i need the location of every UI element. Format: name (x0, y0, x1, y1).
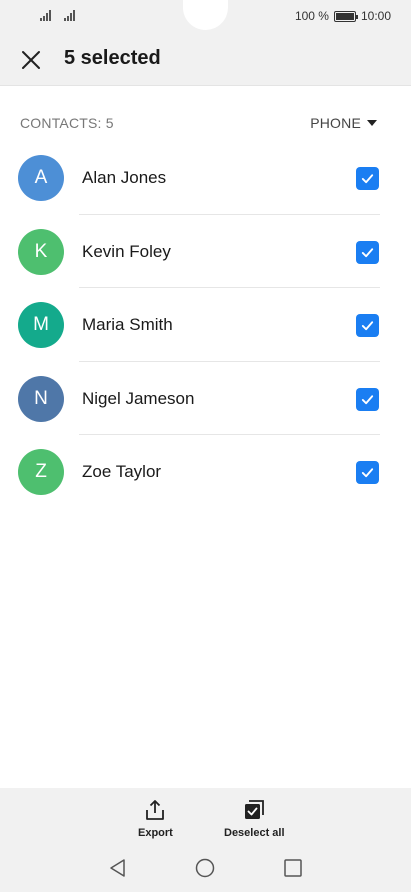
selection-toolbar: 5 selected (0, 33, 411, 86)
nav-back-button[interactable] (108, 858, 128, 883)
contact-name: Kevin Foley (82, 241, 171, 261)
contact-checkbox[interactable] (356, 314, 379, 337)
contact-row[interactable]: M Maria Smith (0, 288, 411, 362)
contact-name: Zoe Taylor (82, 462, 162, 481)
battery-icon (333, 10, 358, 22)
signal-strength-icon (64, 9, 75, 21)
contact-row[interactable]: A Alan Jones (0, 141, 411, 215)
selection-title: 5 selected (64, 47, 161, 69)
clock: 10:00 (360, 9, 391, 23)
contact-name: Maria Smith (82, 315, 173, 334)
contact-row[interactable]: Z Zoe Taylor (0, 435, 411, 509)
battery-percent: 100 % (294, 9, 329, 23)
close-icon (22, 51, 40, 69)
checkmark-icon (361, 247, 374, 257)
contacts-count: CONTACTS: 5 (20, 115, 114, 131)
avatar: M (18, 302, 64, 348)
contact-checkbox[interactable] (356, 240, 379, 264)
share-export-icon (146, 800, 165, 820)
export-button[interactable]: Export (138, 798, 173, 839)
contact-row[interactable]: K Kevin Foley (0, 215, 411, 288)
back-triangle-icon (110, 859, 125, 877)
storage-filter-dropdown[interactable]: PHONE (310, 115, 377, 131)
contacts-list-header: CONTACTS: 5 PHONE (20, 114, 377, 132)
recents-square-icon (284, 859, 302, 877)
bottom-action-bar: Export Deselect all (0, 788, 411, 892)
nav-recents-button[interactable] (283, 858, 303, 883)
caret-down-icon (367, 120, 377, 126)
status-right: 100 % 10:00 (295, 9, 391, 23)
checkmark-icon (361, 321, 374, 331)
contact-row[interactable]: N Nigel Jameson (0, 362, 411, 435)
avatar: K (18, 228, 64, 275)
deselect-all-button[interactable]: Deselect all (224, 798, 285, 839)
avatar: A (18, 155, 64, 201)
nav-home-button[interactable] (195, 858, 215, 883)
storage-filter-label: PHONE (310, 115, 361, 131)
checkmark-icon (361, 468, 374, 478)
status-bar: 100 % 10:00 (0, 0, 411, 33)
signal-strength-icon (40, 9, 51, 21)
contact-checkbox[interactable] (356, 461, 379, 484)
home-circle-icon (195, 858, 215, 878)
close-selection-button[interactable] (14, 43, 48, 77)
deselect-all-icon (245, 800, 265, 819)
contact-name: Nigel Jameson (82, 388, 195, 408)
contact-name: Alan Jones (82, 168, 167, 187)
checkmark-icon (361, 174, 374, 184)
deselect-all-label: Deselect all (224, 827, 285, 839)
contact-checkbox[interactable] (356, 387, 379, 411)
checkmark-icon (361, 394, 374, 404)
contact-list: A Alan Jones K Kevin Foley M Maria Smith N Nige… (0, 141, 411, 509)
contact-checkbox[interactable] (356, 167, 379, 190)
export-label: Export (138, 827, 173, 839)
avatar: Z (18, 449, 64, 495)
camera-notch (183, 0, 228, 30)
avatar: N (18, 375, 64, 422)
